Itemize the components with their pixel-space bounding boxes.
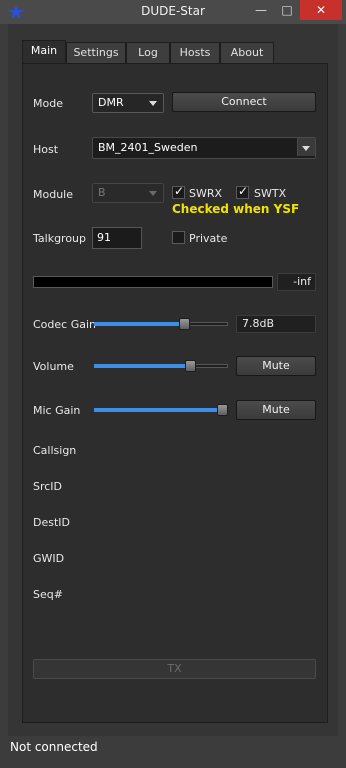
- mic-gain-slider[interactable]: [94, 402, 228, 418]
- srcid-label: SrcID: [33, 480, 63, 493]
- chevron-down-icon: [302, 146, 310, 151]
- slider-handle[interactable]: [185, 360, 196, 372]
- mic-gain-label: Mic Gain: [33, 404, 81, 417]
- slider-fill: [94, 364, 190, 368]
- private-checkbox[interactable]: [172, 231, 185, 244]
- host-label: Host: [33, 143, 59, 156]
- swrx-label: SWRX: [189, 187, 223, 200]
- title-bar: DUDE-Star — □ ✕: [0, 0, 346, 24]
- codec-gain-label: Codec Gain: [33, 318, 96, 331]
- mode-value: DMR: [98, 96, 124, 109]
- seq-label: Seq#: [33, 588, 63, 601]
- tab-log[interactable]: Log: [126, 42, 170, 64]
- talkgroup-label: Talkgroup: [33, 232, 87, 245]
- slider-handle[interactable]: [179, 318, 190, 330]
- chevron-down-icon: [149, 191, 157, 196]
- private-label: Private: [189, 232, 228, 245]
- module-label: Module: [33, 188, 73, 201]
- volume-label: Volume: [33, 360, 74, 373]
- codec-gain-slider[interactable]: [94, 316, 228, 332]
- swrx-checkbox[interactable]: [172, 184, 185, 199]
- chevron-down-icon: [149, 101, 157, 106]
- host-value: BM_2401_Sweden: [98, 141, 198, 154]
- volume-slider[interactable]: [94, 358, 228, 374]
- mic-mute-button[interactable]: Mute: [236, 400, 316, 420]
- tab-hosts[interactable]: Hosts: [170, 42, 220, 64]
- host-select[interactable]: BM_2401_Sweden: [92, 137, 316, 159]
- connect-button[interactable]: Connect: [172, 92, 316, 112]
- tab-main[interactable]: Main: [22, 40, 66, 64]
- volume-mute-button[interactable]: Mute: [236, 356, 316, 376]
- tx-button[interactable]: TX: [33, 659, 316, 679]
- close-icon[interactable]: ✕: [300, 0, 342, 20]
- main-panel: [22, 63, 328, 723]
- swtx-checkbox[interactable]: [236, 184, 249, 199]
- tab-settings[interactable]: Settings: [66, 42, 126, 64]
- minimize-icon[interactable]: —: [248, 0, 274, 20]
- module-value: B: [98, 186, 106, 199]
- talkgroup-input[interactable]: 91: [92, 227, 142, 249]
- slider-fill: [94, 408, 222, 412]
- tab-about[interactable]: About: [220, 42, 274, 64]
- mode-select[interactable]: DMR: [92, 93, 164, 113]
- slider-fill: [94, 322, 184, 326]
- audio-level-meter: [33, 276, 273, 288]
- destid-label: DestID: [33, 516, 70, 529]
- callsign-label: Callsign: [33, 444, 77, 457]
- level-readout: -inf: [277, 273, 316, 291]
- swtx-label: SWTX: [254, 187, 287, 200]
- status-text: Not connected: [10, 740, 98, 754]
- module-select[interactable]: B: [92, 183, 164, 203]
- slider-handle[interactable]: [217, 404, 228, 416]
- gwid-label: GWID: [33, 552, 65, 565]
- maximize-icon[interactable]: □: [274, 0, 300, 20]
- ysf-note: Checked when YSF: [172, 202, 300, 216]
- codec-gain-readout: 7.8dB: [236, 315, 316, 333]
- mode-label: Mode: [33, 97, 63, 110]
